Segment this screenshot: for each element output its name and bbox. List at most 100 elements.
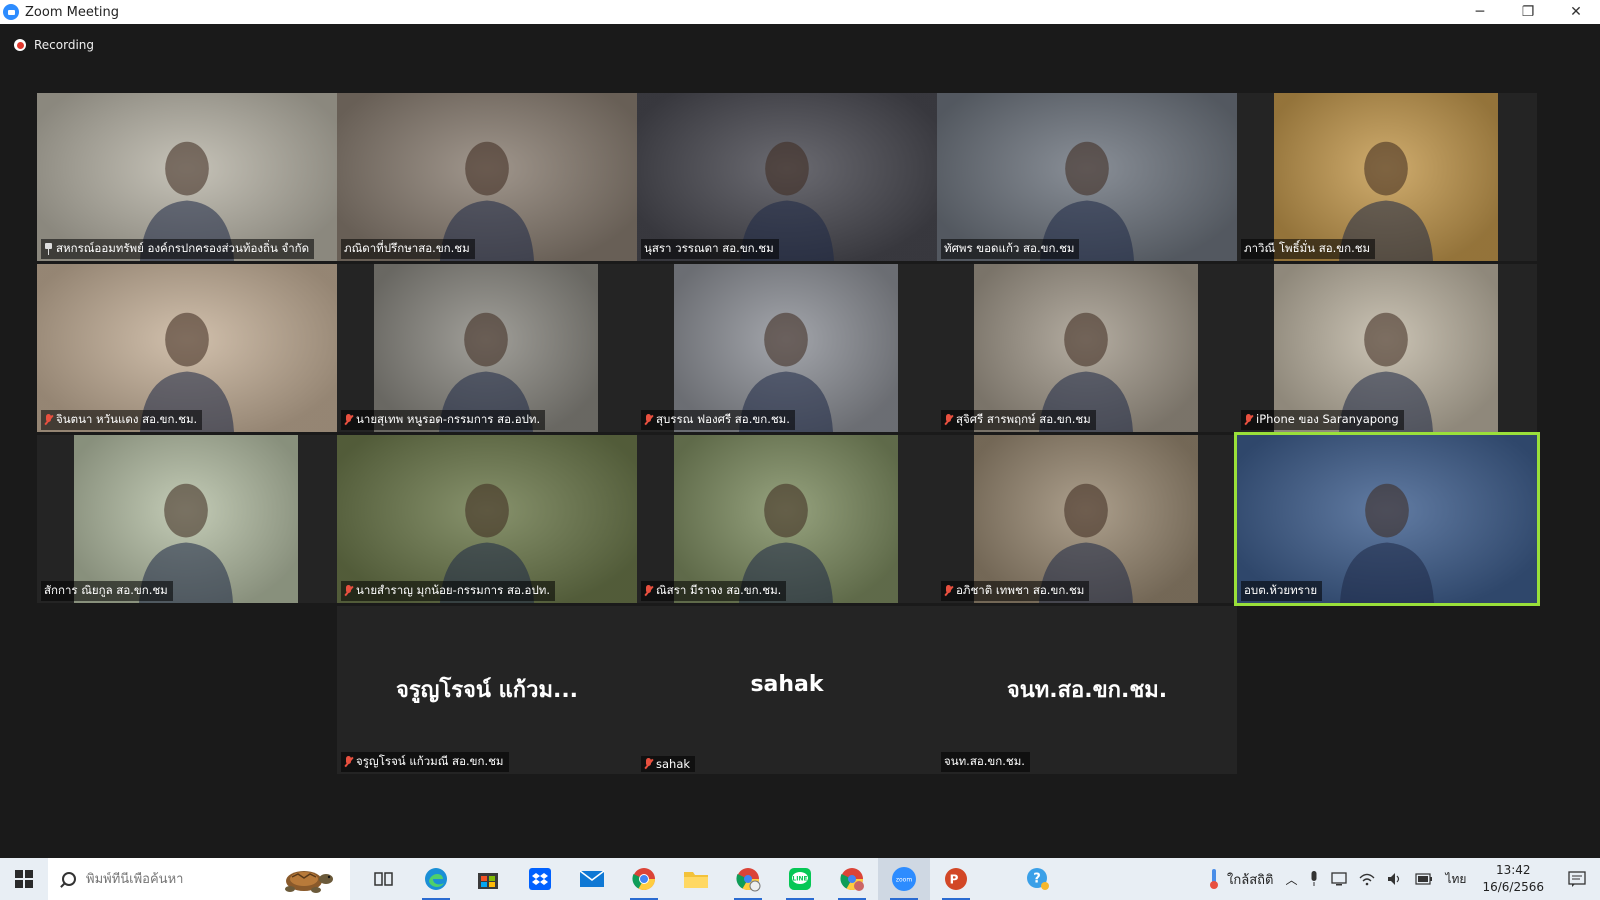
person-silhouette-icon (439, 141, 535, 261)
mic-tray-button[interactable] (1303, 858, 1325, 900)
participant-name: ณิสรา มีราจง สอ.ขก.ชม. (656, 583, 782, 597)
help-icon: ? (1027, 868, 1049, 890)
taskbar-search[interactable] (48, 858, 350, 900)
start-button[interactable] (0, 858, 48, 900)
show-hidden-icons-button[interactable]: ︿ (1279, 858, 1303, 900)
participant-tile[interactable]: สักการ ณิยกูล สอ.ขก.ชม (37, 435, 337, 603)
participant-video (337, 435, 637, 603)
display-tray-button[interactable] (1325, 858, 1353, 900)
powerpoint-icon: P (945, 868, 967, 890)
participant-name: จินตนา หวันแดง สอ.ขก.ชม. (56, 412, 198, 426)
help-button[interactable]: ? (1012, 858, 1064, 900)
file-explorer-button[interactable] (670, 858, 722, 900)
participant-tile[interactable]: sahak sahak (637, 606, 937, 774)
task-view-button[interactable] (358, 858, 410, 900)
participant-display-name: จนท.สอ.ขก.ชม. (1006, 678, 1168, 703)
participant-namebar: จรูญโรจน์ แก้วมณี สอ.ขก.ชม (341, 752, 509, 772)
participant-tile[interactable]: สหกรณ์ออมทรัพย์ องค์กรปกครองส่วนท้องถิ่น… (37, 93, 337, 261)
battery-tray-button[interactable] (1409, 858, 1439, 900)
line-button[interactable]: LINE (774, 858, 826, 900)
person-silhouette-icon (139, 312, 235, 432)
participant-name: นายสำราญ มุกน้อย-กรรมการ สอ.อปท. (356, 583, 550, 597)
line-icon: LINE (789, 868, 811, 890)
close-button[interactable]: ✕ (1552, 0, 1600, 24)
participant-name: สุจิศรี สารพฤกษ์ สอ.ขก.ชม (956, 412, 1091, 426)
dropbox-button[interactable] (514, 858, 566, 900)
participant-video (937, 93, 1237, 261)
zoom-button[interactable]: zoom (878, 858, 930, 900)
powerpoint-button[interactable]: P (930, 858, 982, 900)
participant-name: สุบรรณ ฟองศรี สอ.ขก.ชม. (656, 412, 790, 426)
system-tray: ใกล้สถิติ ︿ ไทย 13:42 16/6/2566 (1201, 858, 1600, 900)
mail-button[interactable] (566, 858, 618, 900)
chrome-button[interactable] (618, 858, 670, 900)
participant-name: นายสุเทพ หนูรอด-กรรมการ สอ.อปท. (356, 412, 541, 426)
participant-namebar: อภิชาติ เทพชา สอ.ขก.ชม (941, 581, 1090, 601)
participant-tile[interactable]: ภณิดาที่ปรึกษาสอ.ขก.ชม (337, 93, 637, 261)
wifi-tray-button[interactable] (1353, 858, 1381, 900)
participant-display-name: sahak (750, 672, 824, 697)
person-silhouette-icon (1038, 483, 1134, 603)
participant-tile[interactable]: จนท.สอ.ขก.ชม. จนท.สอ.ขก.ชม. (937, 606, 1237, 774)
participant-namebar: ภาวิณี โพธิ์มั่น สอ.ขก.ชม (1241, 239, 1376, 259)
clock-time: 13:42 (1495, 863, 1531, 877)
participant-tile[interactable]: ทัศพร ขอดแก้ว สอ.ขก.ชม (937, 93, 1237, 261)
participant-name: iPhone ของ Saranyapong (1256, 412, 1399, 426)
person-silhouette-icon (1338, 312, 1434, 432)
notifications-button[interactable] (1554, 858, 1600, 900)
participant-name: สหกรณ์ออมทรัพย์ องค์กรปกครองส่วนท้องถิ่น… (56, 241, 310, 255)
chevron-up-icon: ︿ (1285, 872, 1298, 887)
participant-namebar: จนท.สอ.ขก.ชม. (941, 752, 1030, 772)
search-icon (62, 872, 76, 886)
mic-muted-icon (644, 758, 653, 770)
volume-tray-button[interactable] (1381, 858, 1409, 900)
person-silhouette-icon (138, 483, 234, 603)
participant-namebar: นายสุเทพ หนูรอด-กรรมการ สอ.อปท. (341, 410, 546, 430)
minimize-button[interactable]: ─ (1456, 0, 1504, 24)
battery-icon (1415, 873, 1433, 885)
participant-tile[interactable]: ณิสรา มีราจง สอ.ขก.ชม. (637, 435, 937, 603)
store-button[interactable] (462, 858, 514, 900)
recording-indicator[interactable]: Recording (14, 38, 94, 52)
mic-muted-icon (44, 414, 53, 426)
svg-text:?: ? (1033, 872, 1041, 887)
participant-namebar: ทัศพร ขอดแก้ว สอ.ขก.ชม (941, 239, 1080, 259)
participant-video (1274, 264, 1498, 432)
participant-namebar: ณิสรา มีราจง สอ.ขก.ชม. (641, 581, 787, 601)
search-input[interactable] (86, 871, 246, 887)
participant-tile[interactable]: นุสรา วรรณดา สอ.ขก.ชม (637, 93, 937, 261)
restore-button[interactable]: ❐ (1504, 0, 1552, 24)
participant-video (37, 93, 337, 261)
chrome-alt-icon (840, 868, 864, 891)
participant-tile[interactable]: ภาวิณี โพธิ์มั่น สอ.ขก.ชม (1237, 93, 1537, 261)
participant-tile[interactable]: นายสำราญ มุกน้อย-กรรมการ สอ.อปท. (337, 435, 637, 603)
recording-label: Recording (34, 38, 95, 52)
participant-video (674, 264, 898, 432)
participant-tile[interactable]: สุจิศรี สารพฤกษ์ สอ.ขก.ชม (937, 264, 1237, 432)
window-title: Zoom Meeting (25, 4, 120, 20)
participant-name: จนท.สอ.ขก.ชม. (944, 754, 1025, 768)
participant-video (337, 93, 637, 261)
participant-tile[interactable]: อภิชาติ เทพชา สอ.ขก.ชม (937, 435, 1237, 603)
participant-namebar: สหกรณ์ออมทรัพย์ องค์กรปกครองส่วนท้องถิ่น… (41, 239, 315, 259)
chrome-alt-button[interactable] (826, 858, 878, 900)
person-silhouette-icon (439, 483, 535, 603)
participant-video (637, 93, 937, 261)
participant-tile[interactable]: จินตนา หวันแดง สอ.ขก.ชม. (37, 264, 337, 432)
participant-tile[interactable]: สุบรรณ ฟองศรี สอ.ขก.ชม. (637, 264, 937, 432)
participant-tile[interactable]: นายสุเทพ หนูรอด-กรรมการ สอ.อปท. (337, 264, 637, 432)
weather-widget[interactable]: ใกล้สถิติ (1201, 858, 1279, 900)
participant-tile[interactable]: อบต.ห้วยทราย (1234, 432, 1540, 606)
language-indicator[interactable]: ไทย (1439, 858, 1472, 900)
store-icon (478, 873, 498, 889)
taskbar-clock[interactable]: 13:42 16/6/2566 (1472, 862, 1554, 896)
weather-label: ใกล้สถิติ (1227, 872, 1274, 888)
chrome-profile-button[interactable] (722, 858, 774, 900)
participant-tile[interactable]: จรูญโรจน์ แก้วม... จรูญโรจน์ แก้วมณี สอ.ข… (337, 606, 637, 774)
meeting-gallery: Recording สหกรณ์ออมทรัพย์ องค์กรปกครองส่… (0, 24, 1600, 858)
participant-name: อบต.ห้วยทราย (1244, 583, 1318, 597)
participant-tile[interactable]: iPhone ของ Saranyapong (1237, 264, 1537, 432)
participant-video (1237, 435, 1537, 603)
participant-video (674, 435, 898, 603)
edge-button[interactable] (410, 858, 462, 900)
